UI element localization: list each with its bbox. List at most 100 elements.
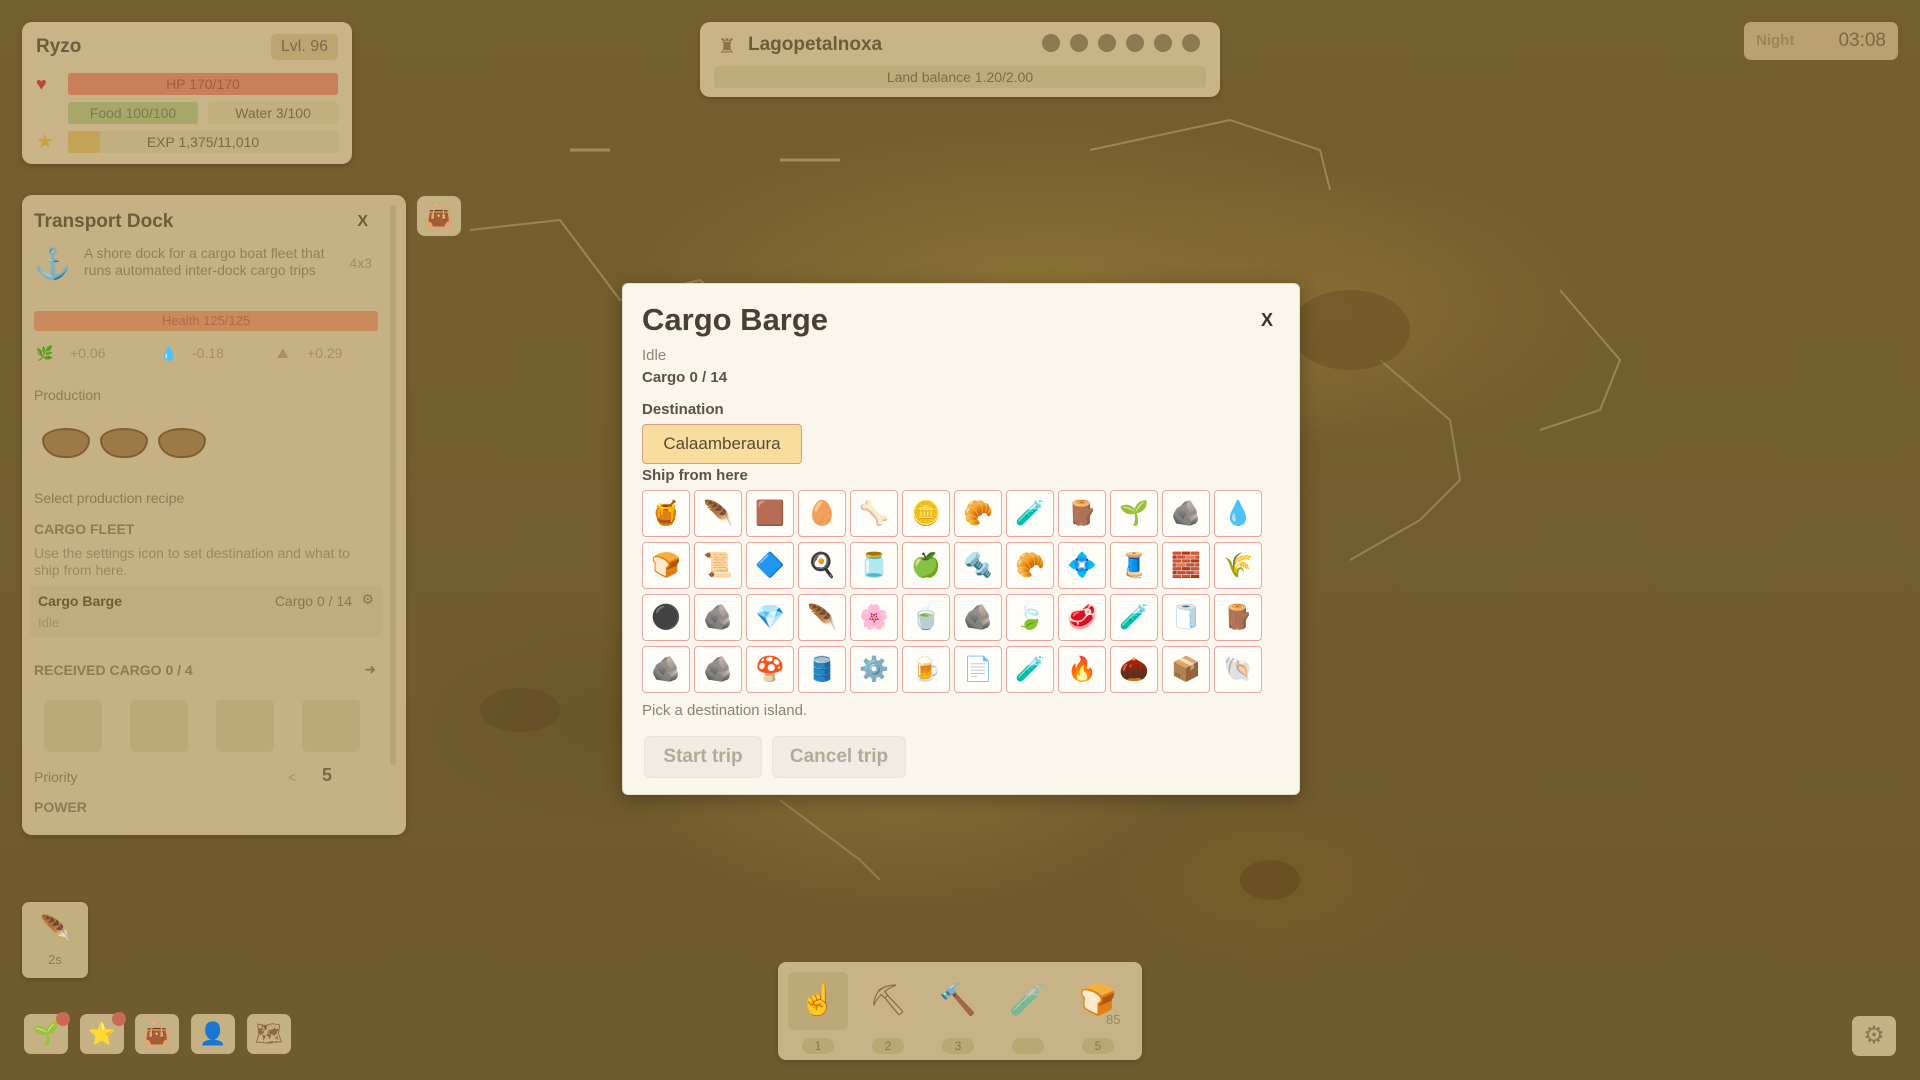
ship-item-soil[interactable]: 🟫: [746, 490, 794, 537]
potion-tool[interactable]: 🧪: [998, 972, 1058, 1030]
priority-decrease-button[interactable]: <: [288, 769, 296, 785]
ship-item-quill[interactable]: 🪶: [798, 594, 846, 641]
ship-item-seed-pile[interactable]: 🌰: [1110, 646, 1158, 693]
ship-item-coal-pile[interactable]: 🪨: [642, 646, 690, 693]
ship-item-honeycomb[interactable]: 🍯: [642, 490, 690, 537]
ship-item-crystal-blue[interactable]: 🔷: [746, 542, 794, 589]
ship-item-leaf[interactable]: 🍃: [1006, 594, 1054, 641]
player-panel: Ryzo Lvl. 96 ♥ HP 170/170 Food 100/100 W…: [22, 22, 352, 164]
ship-item-shell[interactable]: 🐚: [1214, 646, 1262, 693]
barge-name: Cargo Barge: [38, 593, 123, 609]
received-cargo-label: RECEIVED CARGO 0 / 4: [34, 662, 193, 678]
barge-cargo: Cargo 0 / 14: [274, 593, 352, 609]
ship-item-tea[interactable]: 🍵: [902, 594, 950, 641]
barge-cargo-text: Cargo 0 / 14: [642, 369, 728, 386]
star-icon: ★: [36, 131, 54, 153]
cargo-barge-row[interactable]: Cargo Barge Cargo 0 / 14 ⚙ Idle: [30, 585, 382, 637]
ship-item-jar[interactable]: 🫙: [850, 542, 898, 589]
modal-close-button[interactable]: X: [1261, 310, 1273, 331]
settings-button[interactable]: ⚙: [1852, 1016, 1896, 1056]
ship-item-diamond[interactable]: 💎: [746, 594, 794, 641]
ship-item-bread[interactable]: 🍞: [642, 542, 690, 589]
boat-recipe-2[interactable]: [100, 428, 148, 458]
jar-icon: 🫙: [859, 551, 889, 579]
ship-item-apple[interactable]: 🍏: [902, 542, 950, 589]
crates-icon: 📦: [1171, 655, 1201, 683]
dock-title: Transport Dock: [34, 211, 174, 232]
ship-item-fire-drop[interactable]: 🔥: [1058, 646, 1106, 693]
dock-scrollbar[interactable]: [390, 205, 396, 765]
received-arrow-icon[interactable]: ➜: [364, 661, 376, 678]
ship-item-meat[interactable]: 🥩: [1058, 594, 1106, 641]
priority-value: 5: [322, 765, 333, 785]
ship-item-gear[interactable]: ⚙️: [850, 646, 898, 693]
ship-item-iron-ingot[interactable]: 🔩: [954, 542, 1002, 589]
ship-item-mushroom[interactable]: 🍄: [746, 646, 794, 693]
ship-item-potion-large[interactable]: 🧪: [1006, 646, 1054, 693]
player-level: Lvl. 96: [270, 34, 338, 60]
flower-icon: 🌸: [859, 603, 889, 631]
cargo-slot-1[interactable]: [44, 700, 102, 752]
stone-block-icon: 🧱: [1171, 551, 1201, 579]
ship-item-barrel[interactable]: 🛢️: [798, 646, 846, 693]
ship-item-bone[interactable]: 🦴: [850, 490, 898, 537]
ship-item-egg[interactable]: 🥚: [798, 490, 846, 537]
ship-item-plank[interactable]: 🪵: [1058, 490, 1106, 537]
ship-item-coal-ore[interactable]: 🪨: [694, 594, 742, 641]
cargo-slot-3[interactable]: [216, 700, 274, 752]
shovel-tool[interactable]: ⛏: [858, 972, 918, 1030]
hotkey-3: 3: [942, 1038, 974, 1054]
ship-item-flower[interactable]: 🌸: [850, 594, 898, 641]
ship-item-ore[interactable]: 🪨: [954, 594, 1002, 641]
boat-recipe-3[interactable]: [158, 428, 206, 458]
craft-queue[interactable]: 🪶 2s: [22, 902, 88, 978]
ship-item-croissant[interactable]: 🥐: [954, 490, 1002, 537]
ship-item-charcoal[interactable]: 🪨: [694, 646, 742, 693]
ship-item-scroll[interactable]: 📜: [694, 542, 742, 589]
bag-button[interactable]: 👜: [417, 196, 461, 236]
barge-status-text: Idle: [642, 347, 667, 364]
ship-item-log[interactable]: 🪵: [1214, 594, 1262, 641]
craft-timer: 2s: [48, 952, 62, 967]
barge-settings-icon[interactable]: ⚙: [361, 591, 374, 608]
map-button[interactable]: 🗺: [247, 1014, 291, 1054]
exp-fill: [68, 131, 101, 153]
stat-plant-value: +0.06: [70, 345, 106, 361]
ship-item-sapling[interactable]: 🌱: [1110, 490, 1158, 537]
cargo-slot-2[interactable]: [130, 700, 188, 752]
cargo-fleet-label: CARGO FLEET: [34, 521, 135, 537]
ship-item-rope[interactable]: 🧵: [1110, 542, 1158, 589]
hammer-tool[interactable]: 🔨: [928, 972, 988, 1030]
ship-item-honey-jar[interactable]: 🍺: [902, 646, 950, 693]
ship-item-potion-small[interactable]: 🧪: [1110, 594, 1158, 641]
hand-tool[interactable]: ☝: [788, 972, 848, 1030]
cargo-slot-4[interactable]: [302, 700, 360, 752]
profile-button[interactable]: 👤: [191, 1014, 235, 1054]
inventory-button[interactable]: 👜: [135, 1014, 179, 1054]
ship-item-stone-block[interactable]: 🧱: [1162, 542, 1210, 589]
cancel-trip-button[interactable]: Cancel trip: [772, 736, 906, 778]
stat-water-value: -0.18: [192, 345, 224, 361]
ship-item-feather[interactable]: 🪶: [694, 490, 742, 537]
resource-mushroom-icon: [1126, 34, 1144, 52]
modal-title: Cargo Barge: [642, 302, 829, 337]
ship-item-spool[interactable]: 🧻: [1162, 594, 1210, 641]
destination-button[interactable]: Calaamberaura: [642, 424, 802, 464]
ship-item-wheat[interactable]: 🌾: [1214, 542, 1262, 589]
ship-item-stone[interactable]: 🪨: [1162, 490, 1210, 537]
start-trip-button[interactable]: Start trip: [644, 736, 762, 778]
ship-item-coal-ball[interactable]: ⚫: [642, 594, 690, 641]
ship-item-crates[interactable]: 📦: [1162, 646, 1210, 693]
dock-close-button[interactable]: X: [357, 213, 368, 231]
destination-hint: Pick a destination island.: [642, 702, 808, 719]
potion-red-icon: 🧪: [1015, 499, 1045, 527]
ship-item-metal-sheet[interactable]: 📄: [954, 646, 1002, 693]
ship-item-potion-red[interactable]: 🧪: [1006, 490, 1054, 537]
ship-item-pastry[interactable]: 🥐: [1006, 542, 1054, 589]
ship-item-water-drop[interactable]: 💧: [1214, 490, 1262, 537]
boat-recipe-1[interactable]: [42, 428, 90, 458]
ship-item-ice-crystal[interactable]: 💠: [1058, 542, 1106, 589]
bone-icon: 🦴: [859, 499, 889, 527]
ship-item-coin[interactable]: 🪙: [902, 490, 950, 537]
ship-item-fried-egg[interactable]: 🍳: [798, 542, 846, 589]
